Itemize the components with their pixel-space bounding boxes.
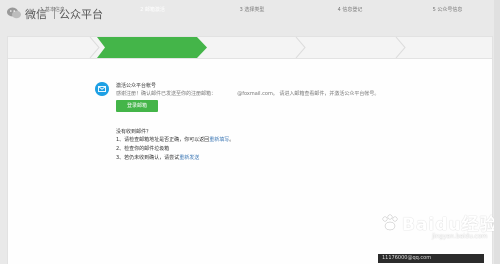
baidu-watermark: Baidu经验 jingyan.baidu.com [380,210,497,250]
refill-link[interactable]: 重新填写 [209,137,229,143]
step-separators [89,37,406,58]
step-info-registration: 4 信息登记 [337,7,363,13]
mail-icon [95,82,109,96]
step-account-info: 5 公众号信息 [432,7,463,13]
activation-message-text: 感谢注册！确认邮件已发送至你的注册邮箱： [116,91,217,97]
help-item-1-suffix: 。 [229,137,235,143]
activation-instruction: 请进入邮箱查看邮件，并激活公众平台帐号。 [279,91,380,97]
help-title: 没有收到邮件？ [116,129,152,135]
step-basic-info: 1 基本信息 [40,7,65,13]
watermark-brand: Baidu经验 [402,215,498,235]
step-select-type: 3 选择类型 [239,7,265,13]
scrollbar[interactable] [494,0,500,264]
help-item-2-text: 2、检查你的邮件垃圾箱 [116,146,170,152]
help-item-2: 2、检查你的邮件垃圾箱 [116,145,169,152]
help-item-3: 3、若仍未收到确认，请尝试重新发送 [116,154,199,161]
watermark-domain: jingyan.baidu.com [432,233,488,240]
activation-title: 激活公众平台帐号 [116,83,157,89]
help-item-3-text: 3、若仍未收到确认，请尝试 [116,155,180,161]
resend-link[interactable]: 重新发送 [179,155,199,161]
activation-message: 感谢注册！确认邮件已发送至你的注册邮箱： @foxmail.com。 请进入邮箱… [116,90,379,97]
help-item-1-text: 1、请检查邮箱地址是否正确，你可以返回 [116,137,210,143]
baidu-paw-icon [382,214,398,231]
help-item-1: 1、请检查邮箱地址是否正确，你可以返回重新填写。 [116,136,234,143]
login-email-button[interactable]: 登录邮箱 [116,100,158,112]
step-email-activation: 2 邮箱激活 [140,7,165,13]
email-domain: @foxmail.com。 [237,91,278,97]
email-tooltip: 11176000@qq.com [378,254,484,263]
